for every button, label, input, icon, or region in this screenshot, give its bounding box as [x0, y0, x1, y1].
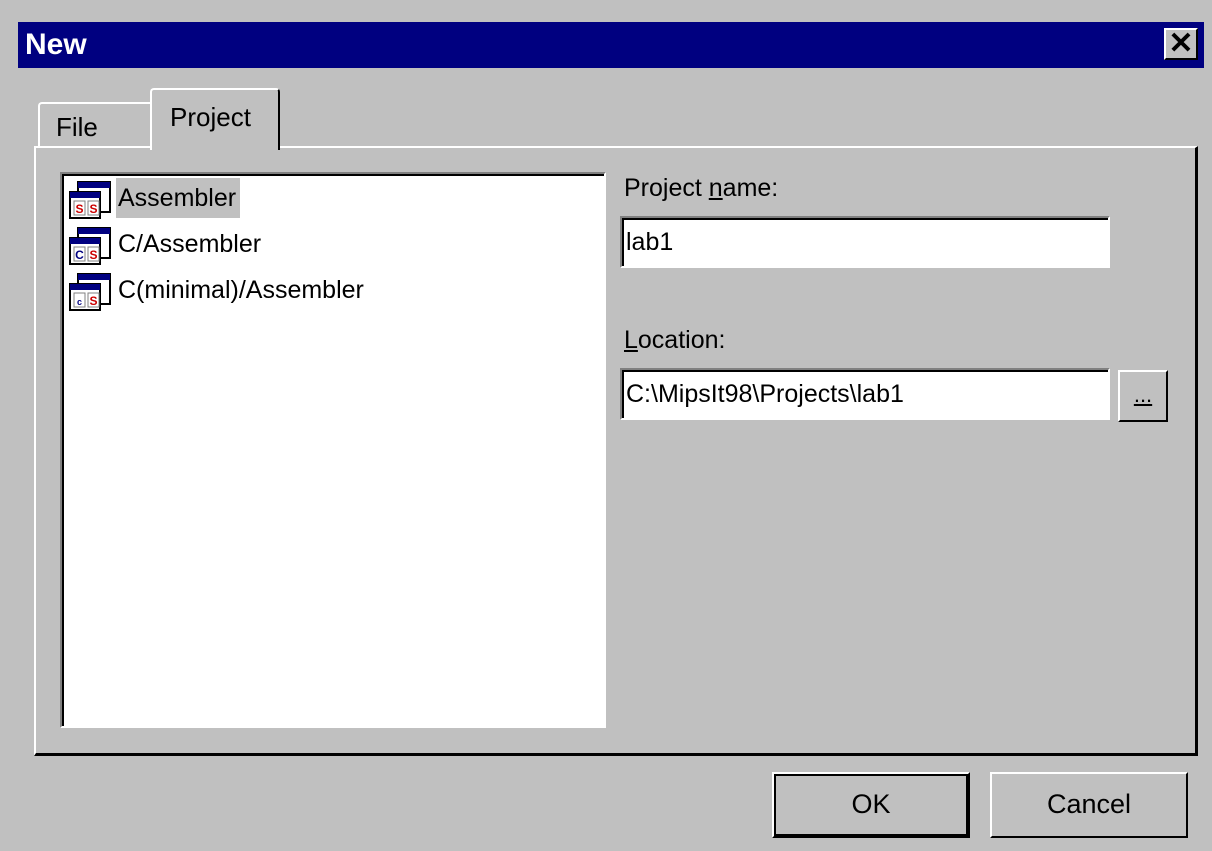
- project-c-minimal-assembler-icon: c S: [69, 273, 111, 311]
- project-name-value: lab1: [622, 218, 1108, 266]
- project-assembler-icon: S S: [68, 180, 112, 220]
- project-name-label: Project name:: [624, 174, 778, 203]
- location-value: C:\MipsIt98\Projects\lab1: [622, 370, 1108, 418]
- svg-text:S: S: [75, 202, 83, 216]
- browse-button[interactable]: ...: [1118, 370, 1168, 422]
- tab-project[interactable]: Project: [150, 88, 280, 150]
- svg-text:S: S: [89, 294, 97, 308]
- project-type-list-frame: S S Assembler C S C/Assembler c S C(mini…: [62, 174, 604, 726]
- title-bar: New ✕: [18, 22, 1204, 68]
- new-dialog: New ✕ File Project S S Assembler C S C/A…: [0, 0, 1212, 851]
- svg-text:c: c: [77, 297, 82, 307]
- dialog-title: New: [25, 28, 87, 61]
- location-label-post: ocation:: [637, 326, 726, 354]
- list-item-label: C(minimal)/Assembler: [118, 276, 364, 304]
- location-label: Location:: [624, 326, 725, 355]
- project-type-list[interactable]: S S Assembler C S C/Assembler c S C(mini…: [60, 172, 606, 728]
- svg-text:S: S: [89, 248, 97, 262]
- location-label-mnemonic: L: [624, 326, 638, 354]
- list-item-label: C/Assembler: [118, 230, 262, 258]
- list-item-label: Assembler: [116, 178, 241, 218]
- browse-button-label: ...: [1133, 382, 1153, 407]
- svg-text:S: S: [89, 202, 97, 216]
- close-icon: ✕: [1168, 27, 1194, 60]
- project-name-label-mnemonic: n: [708, 174, 723, 202]
- tab-file[interactable]: File: [38, 102, 154, 148]
- project-c-assembler-icon: C S: [69, 227, 111, 265]
- cancel-button[interactable]: Cancel: [990, 772, 1188, 838]
- project-name-label-post: ame:: [722, 174, 779, 202]
- location-input[interactable]: C:\MipsIt98\Projects\lab1: [620, 368, 1110, 420]
- ok-button[interactable]: OK: [772, 772, 970, 838]
- project-name-input[interactable]: lab1: [620, 216, 1110, 268]
- svg-text:C: C: [75, 248, 84, 262]
- tab-file-label: File: [56, 112, 98, 142]
- close-button[interactable]: ✕: [1164, 28, 1198, 60]
- project-name-label-pre: Project: [624, 174, 709, 202]
- tab-project-label: Project: [170, 102, 251, 132]
